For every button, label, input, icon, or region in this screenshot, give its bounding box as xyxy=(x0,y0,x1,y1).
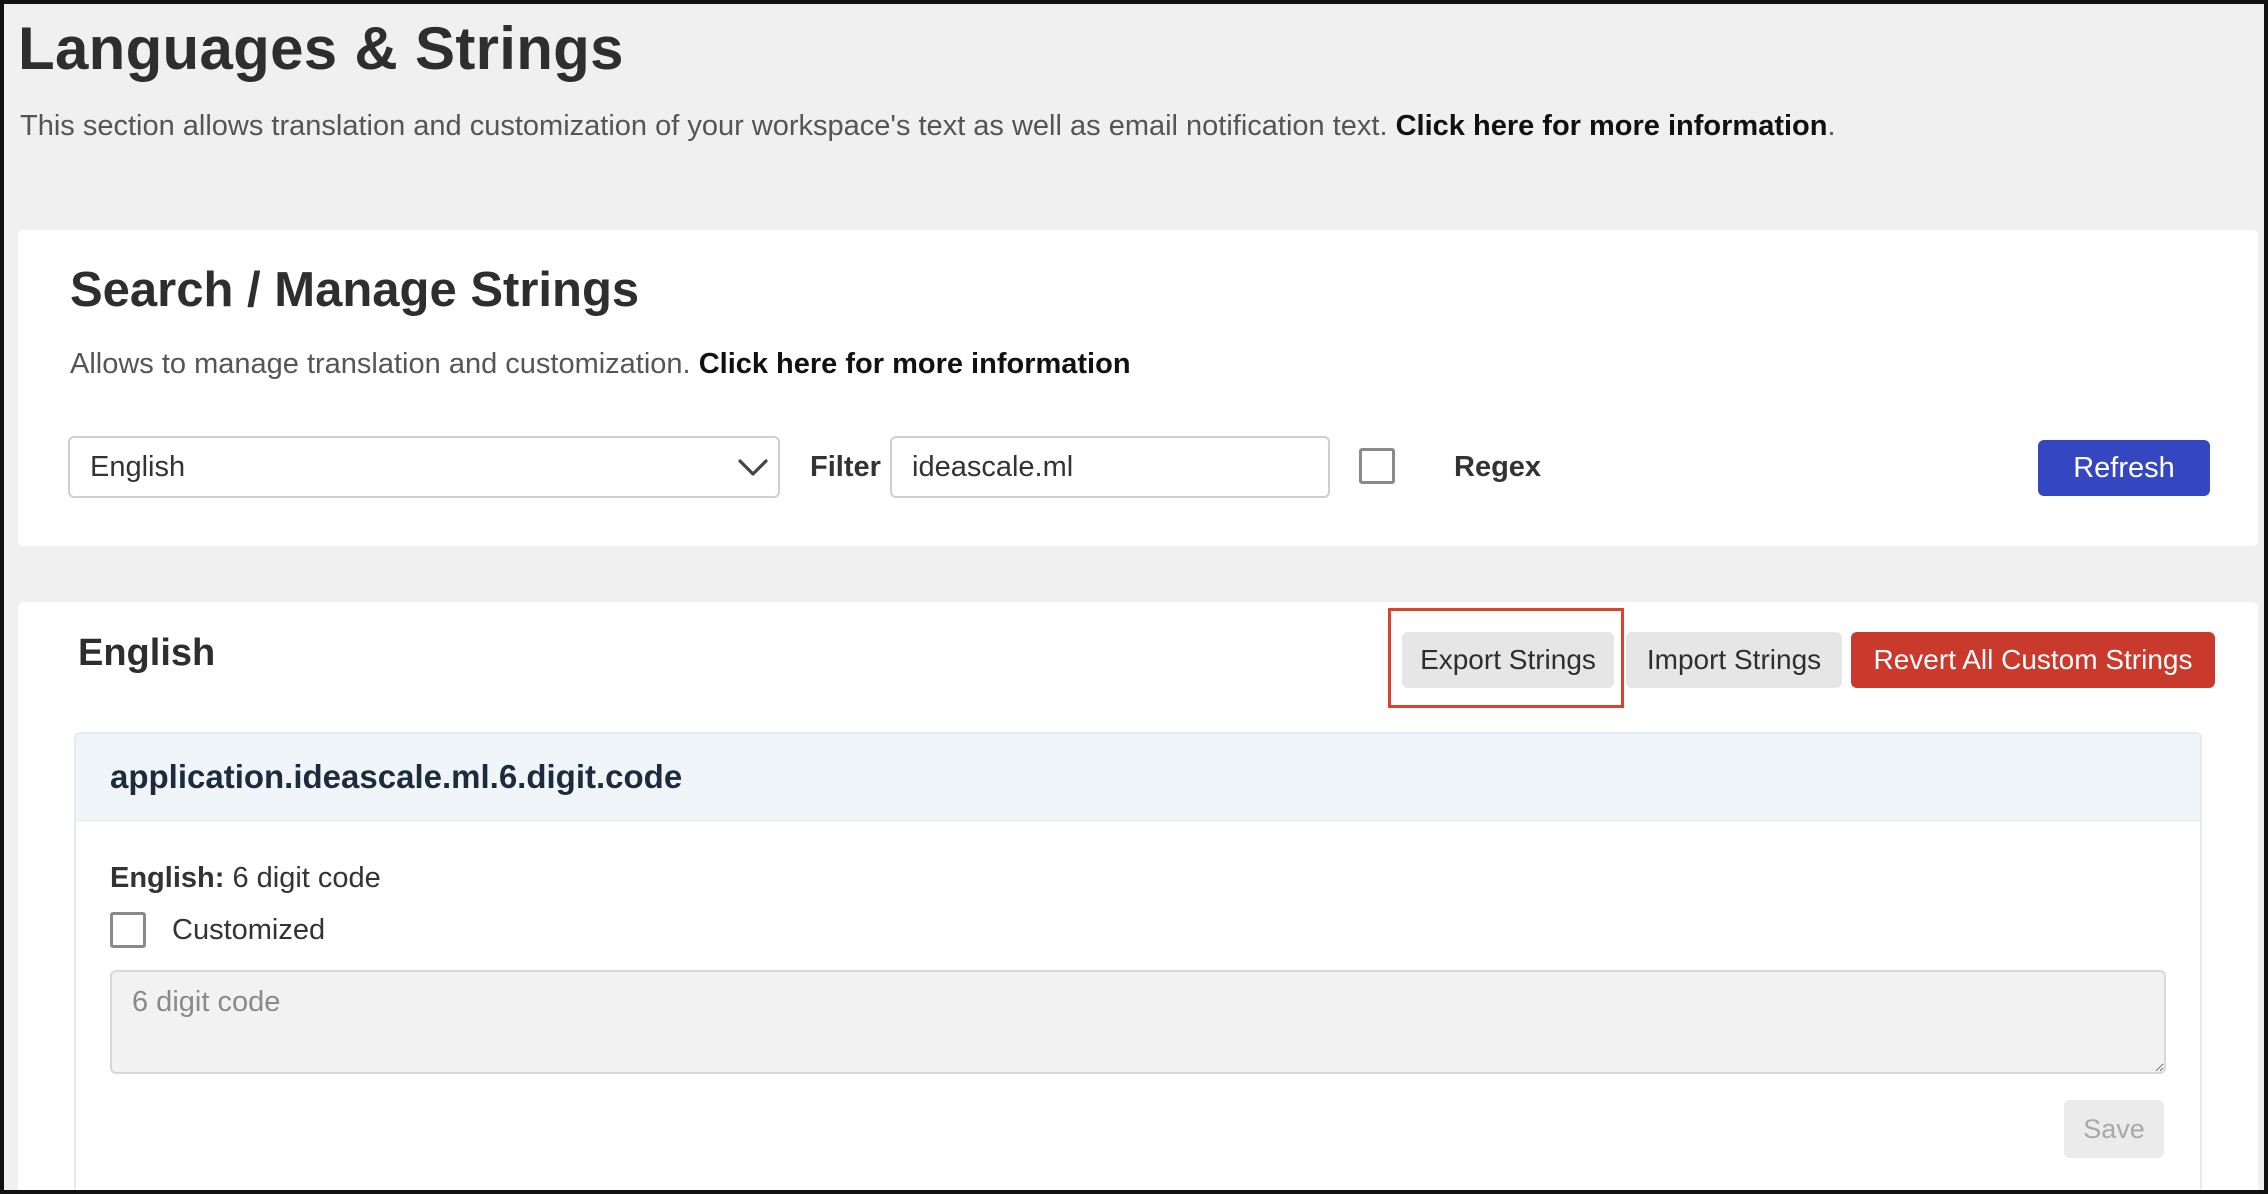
page-description: This section allows translation and cust… xyxy=(20,104,1836,148)
page-info-link[interactable]: Click here for more information xyxy=(1396,110,1828,142)
language-heading: English xyxy=(78,632,216,674)
page-info-link-suffix: . xyxy=(1827,110,1836,142)
search-card-info-link[interactable]: Click here for more information xyxy=(699,348,1131,380)
search-card-title: Search / Manage Strings xyxy=(70,263,640,317)
chevron-down-icon xyxy=(738,459,768,476)
english-source-line: English: 6 digit code xyxy=(110,858,381,898)
refresh-button[interactable]: Refresh xyxy=(2038,440,2210,496)
customized-label: Customized xyxy=(172,914,326,946)
language-select[interactable]: English xyxy=(68,436,780,498)
revert-all-custom-strings-button[interactable]: Revert All Custom Strings xyxy=(1851,632,2215,688)
english-source-value: 6 digit code xyxy=(232,862,381,894)
page-title: Languages & Strings xyxy=(18,15,624,82)
string-value-textarea[interactable] xyxy=(110,970,2166,1074)
string-key: application.ideascale.ml.6.digit.code xyxy=(110,758,683,795)
regex-checkbox[interactable] xyxy=(1359,448,1395,484)
strings-card: English Export Strings Import Strings Re… xyxy=(18,602,2258,1190)
filter-label: Filter xyxy=(810,451,881,483)
page-frame: Languages & Strings This section allows … xyxy=(0,0,2268,1194)
regex-label: Regex xyxy=(1454,451,1542,483)
save-button[interactable]: Save xyxy=(2064,1100,2164,1158)
search-card-description-text: Allows to manage translation and customi… xyxy=(70,348,691,380)
search-manage-card: Search / Manage Strings Allows to manage… xyxy=(18,230,2258,546)
page-description-text: This section allows translation and cust… xyxy=(20,110,1388,142)
language-select-value: English xyxy=(90,451,186,483)
customized-checkbox[interactable] xyxy=(110,912,146,948)
string-item: application.ideascale.ml.6.digit.code En… xyxy=(74,732,2202,1190)
import-strings-button[interactable]: Import Strings xyxy=(1626,632,1842,688)
filter-input[interactable] xyxy=(890,436,1330,498)
export-strings-button[interactable]: Export Strings xyxy=(1402,632,1614,688)
english-source-label: English: xyxy=(110,862,225,894)
string-key-header: application.ideascale.ml.6.digit.code xyxy=(76,734,2200,821)
search-card-description: Allows to manage translation and customi… xyxy=(70,342,1131,386)
